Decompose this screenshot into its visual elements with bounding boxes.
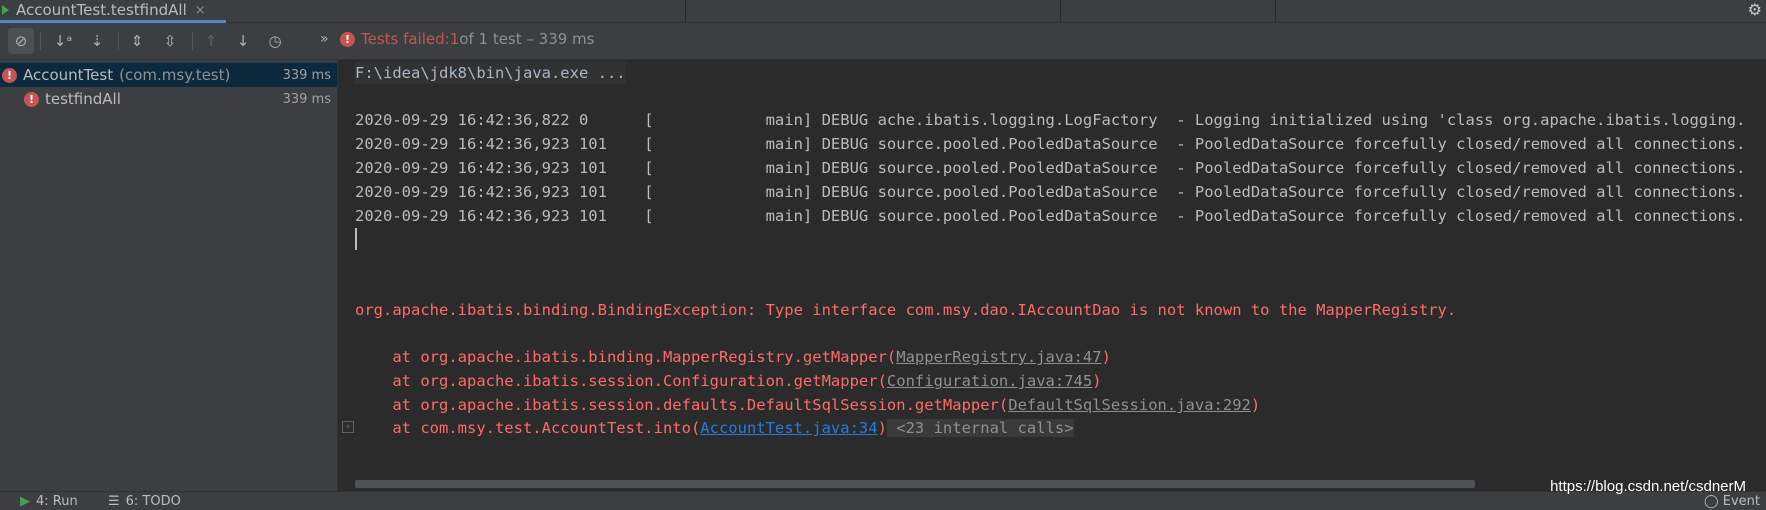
stack-frame-suffix: ) [1092,372,1102,390]
stack-frame-suffix: ) [877,419,887,437]
tab-divider [1060,0,1061,22]
error-icon: ! [2,67,17,83]
test-tree: ! AccountTest (com.msy.test) 339 ms ! te… [0,60,338,491]
fold-expand-icon[interactable]: + [342,421,354,433]
event-log-icon: ◯ [1704,494,1719,509]
tree-item-label: testfindAll [45,90,121,108]
sort-alphabetically-icon[interactable]: ↓ᵃ [50,28,76,54]
test-runner-toolbar: ⊘ ↓ᵃ ⇣ ⇕ ⇳ ↑ ↓ ◷ » ! Tests failed: 1 of … [0,23,1766,60]
stack-frame: at com.msy.test.AccountTest.into(Account… [355,417,1074,439]
watermark-text: https://blog.csdn.net/csdnerM [1550,478,1746,495]
run-config-icon [2,4,12,16]
stack-frame-link[interactable]: Configuration.java:745 [887,372,1092,390]
toolbar-divider [118,32,119,50]
tab-title: AccountTest.testfindAll [16,1,187,19]
stack-frame-text: at org.apache.ibatis.session.defaults.De… [355,396,1009,414]
tree-item-time: 339 ms [282,91,331,107]
test-history-icon[interactable]: ◷ [262,28,288,54]
status-failed-count: 1 [449,30,460,48]
stack-frame-text: at org.apache.ibatis.session.Configurati… [355,372,887,390]
log-line: 2020-09-29 16:42:36,923 101 [ main] DEBU… [355,135,1746,153]
error-icon: ! [24,91,39,107]
tab-run-config[interactable]: AccountTest.testfindAll × [0,0,226,23]
todo-list-icon: ☰ [108,494,120,509]
toolbar-divider [40,32,41,50]
run-icon: ▶ [20,494,30,509]
expand-all-icon[interactable]: ⇕ [124,28,150,54]
tab-todo-label: 6: TODO [125,494,181,509]
show-passed-toggle-icon[interactable]: ⊘ [8,28,34,54]
log-line: 2020-09-29 16:42:36,923 101 [ main] DEBU… [355,183,1746,201]
tree-item-class[interactable]: ! AccountTest (com.msy.test) 339 ms [0,63,337,87]
log-line: 2020-09-29 16:42:36,923 101 [ main] DEBU… [355,207,1746,225]
stack-frame-text: at org.apache.ibatis.binding.MapperRegis… [355,348,897,366]
tool-window-bar: ▶ 4: Run ☰ 6: TODO ◯ Event [0,491,1766,510]
stack-frame-suffix: ) [1101,348,1111,366]
event-log[interactable]: ◯ Event [1704,494,1760,509]
previous-failed-icon[interactable]: ↑ [198,28,224,54]
status-failed-label: Tests failed: [361,30,450,48]
tab-todo[interactable]: ☰ 6: TODO [108,494,181,509]
log-line: 2020-09-29 16:42:36,923 101 [ main] DEBU… [355,159,1746,177]
stack-frame-link[interactable]: DefaultSqlSession.java:292 [1008,396,1251,414]
tree-item-package: (com.msy.test) [119,66,231,84]
collapse-all-icon[interactable]: ⇳ [157,28,183,54]
command-line: F:\idea\jdk8\bin\java.exe ... [355,62,626,84]
stack-frame-link[interactable]: MapperRegistry.java:47 [896,348,1101,366]
next-failed-icon[interactable]: ↓ [230,28,256,54]
tree-item-method[interactable]: ! testfindAll 339 ms [0,87,337,111]
exception-message: org.apache.ibatis.binding.BindingExcepti… [355,301,1457,319]
sort-by-duration-icon[interactable]: ⇣ [84,28,110,54]
tab-divider [1275,0,1276,22]
stack-frame-text: at com.msy.test.AccountTest.into( [355,419,701,437]
error-icon: ! [340,31,355,47]
text-cursor [355,228,357,250]
tab-run[interactable]: ▶ 4: Run [20,494,78,509]
stack-frame: at org.apache.ibatis.binding.MapperRegis… [355,346,1111,368]
status-summary: of 1 test – 339 ms [459,30,595,48]
stack-frame-suffix: ) [1250,396,1261,414]
console-output[interactable]: F:\idea\jdk8\bin\java.exe ... 2020-09-29… [338,60,1766,491]
stack-frame: at org.apache.ibatis.session.Configurati… [355,370,1102,392]
test-status: ! Tests failed: 1 of 1 test – 339 ms [340,30,595,48]
toolbar-divider [192,32,193,50]
stack-frame: at org.apache.ibatis.session.defaults.De… [355,394,1260,416]
tab-divider [685,0,686,22]
log-line: 2020-09-29 16:42:36,822 0 [ main] DEBUG … [355,111,1746,129]
horizontal-scrollbar[interactable] [355,480,1475,488]
tab-run-label: 4: Run [36,494,78,509]
tree-item-time: 339 ms [282,67,331,83]
editor-tab-bar: AccountTest.testfindAll × ⚙ [0,0,1766,23]
event-log-label: Event [1722,494,1760,509]
gear-icon[interactable]: ⚙ [1748,0,1762,19]
toolbar-overflow-icon[interactable]: » [320,31,329,47]
tree-item-label: AccountTest [23,66,114,84]
stack-frame-link[interactable]: AccountTest.java:34 [700,419,877,437]
internal-calls-fold[interactable]: <23 internal calls> [886,419,1074,437]
close-icon[interactable]: × [195,3,206,18]
